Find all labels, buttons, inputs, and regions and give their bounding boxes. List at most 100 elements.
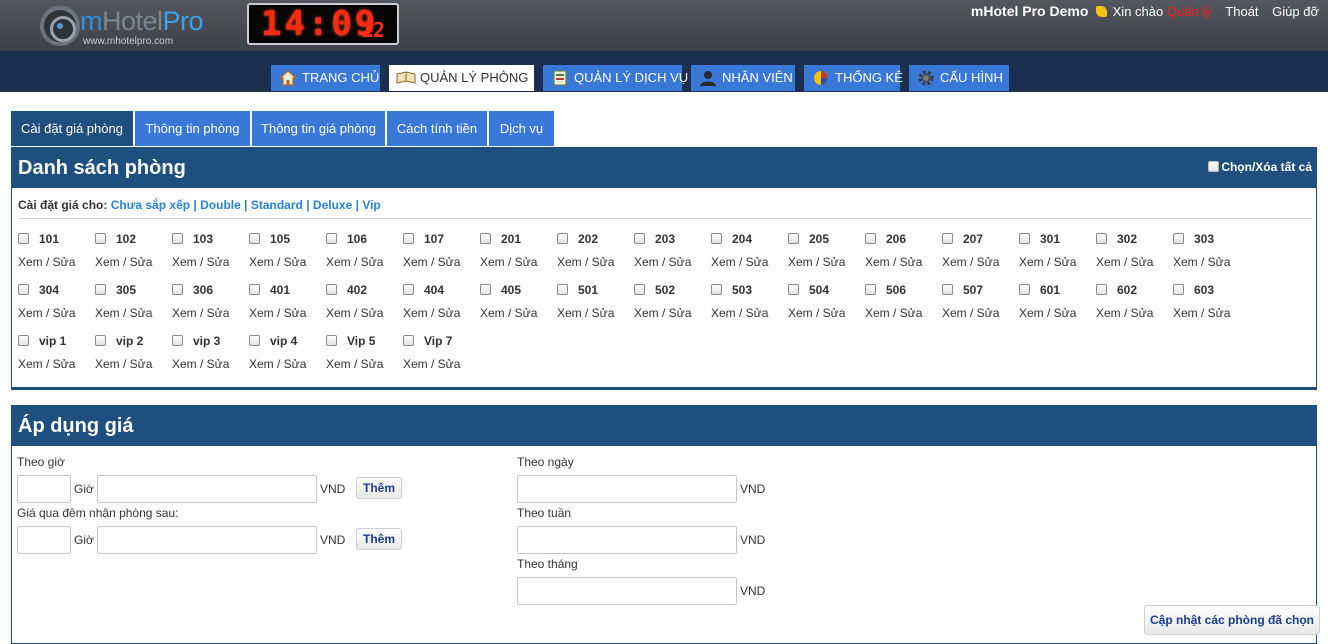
room-view-edit-link[interactable]: Xem / Sửa bbox=[711, 306, 768, 320]
room-view-edit-link[interactable]: Xem / Sửa bbox=[557, 255, 614, 269]
room-checkbox[interactable] bbox=[557, 233, 568, 244]
room-view-edit-link[interactable]: Xem / Sửa bbox=[326, 357, 383, 371]
tab-thong-tin-phong[interactable]: Thông tin phòng bbox=[135, 111, 250, 146]
room-view-edit-link[interactable]: Xem / Sửa bbox=[557, 306, 614, 320]
room-view-edit-link[interactable]: Xem / Sửa bbox=[249, 255, 306, 269]
tab-dich-vu[interactable]: Dịch vụ bbox=[489, 111, 554, 146]
room-checkbox[interactable] bbox=[172, 284, 183, 295]
help-link[interactable]: Giúp đỡ bbox=[1272, 4, 1319, 19]
room-checkbox[interactable] bbox=[480, 284, 491, 295]
room-checkbox[interactable] bbox=[326, 335, 337, 346]
room-checkbox[interactable] bbox=[1173, 284, 1184, 295]
room-view-edit-link[interactable]: Xem / Sửa bbox=[403, 255, 460, 269]
nav-trang-chu[interactable]: TRANG CHỦ bbox=[271, 65, 380, 91]
room-checkbox[interactable] bbox=[942, 284, 953, 295]
room-view-edit-link[interactable]: Xem / Sửa bbox=[95, 357, 152, 371]
filter-deluxe[interactable]: Deluxe bbox=[313, 198, 352, 212]
room-view-edit-link[interactable]: Xem / Sửa bbox=[480, 306, 537, 320]
room-view-edit-link[interactable]: Xem / Sửa bbox=[942, 255, 999, 269]
room-checkbox[interactable] bbox=[249, 335, 260, 346]
room-view-edit-link[interactable]: Xem / Sửa bbox=[788, 306, 845, 320]
hourly-price-input[interactable] bbox=[97, 475, 317, 503]
nav-cau-hinh[interactable]: CẤU HÌNH bbox=[909, 65, 1009, 91]
room-checkbox[interactable] bbox=[249, 284, 260, 295]
room-view-edit-link[interactable]: Xem / Sửa bbox=[1096, 255, 1153, 269]
room-view-edit-link[interactable]: Xem / Sửa bbox=[865, 255, 922, 269]
room-checkbox[interactable] bbox=[788, 284, 799, 295]
room-view-edit-link[interactable]: Xem / Sửa bbox=[249, 306, 306, 320]
check-all-toggle[interactable]: Chọn/Xóa tất cả bbox=[1208, 160, 1312, 174]
room-view-edit-link[interactable]: Xem / Sửa bbox=[942, 306, 999, 320]
room-checkbox[interactable] bbox=[480, 233, 491, 244]
room-view-edit-link[interactable]: Xem / Sửa bbox=[711, 255, 768, 269]
room-view-edit-link[interactable]: Xem / Sửa bbox=[172, 255, 229, 269]
add-overnight-button[interactable]: Thêm bbox=[356, 528, 403, 550]
room-checkbox[interactable] bbox=[1173, 233, 1184, 244]
room-view-edit-link[interactable]: Xem / Sửa bbox=[403, 357, 460, 371]
room-view-edit-link[interactable]: Xem / Sửa bbox=[1096, 306, 1153, 320]
room-checkbox[interactable] bbox=[172, 233, 183, 244]
room-view-edit-link[interactable]: Xem / Sửa bbox=[1173, 306, 1230, 320]
mhotelpro-logo[interactable]: mHotelPro www.mhotelpro.com bbox=[40, 4, 230, 48]
update-selected-rooms-button[interactable]: Cập nhật các phòng đã chọn bbox=[1144, 605, 1321, 635]
room-view-edit-link[interactable]: Xem / Sửa bbox=[326, 306, 383, 320]
room-view-edit-link[interactable]: Xem / Sửa bbox=[95, 255, 152, 269]
nav-thong-ke[interactable]: THỐNG KÊ bbox=[804, 65, 903, 91]
filter-double[interactable]: Double bbox=[200, 198, 241, 212]
room-checkbox[interactable] bbox=[634, 233, 645, 244]
room-checkbox[interactable] bbox=[95, 233, 106, 244]
nav-nhan-vien[interactable]: NHÂN VIÊN bbox=[691, 65, 795, 91]
tab-cach-tinh-tien[interactable]: Cách tính tiền bbox=[387, 111, 487, 146]
room-view-edit-link[interactable]: Xem / Sửa bbox=[95, 306, 152, 320]
room-view-edit-link[interactable]: Xem / Sửa bbox=[634, 255, 691, 269]
room-view-edit-link[interactable]: Xem / Sửa bbox=[788, 255, 845, 269]
room-checkbox[interactable] bbox=[634, 284, 645, 295]
room-checkbox[interactable] bbox=[326, 233, 337, 244]
room-checkbox[interactable] bbox=[1019, 284, 1030, 295]
monthly-price-input[interactable] bbox=[517, 577, 737, 605]
room-view-edit-link[interactable]: Xem / Sửa bbox=[865, 306, 922, 320]
tab-cai-dat-gia-phong[interactable]: Cài đặt giá phòng bbox=[11, 111, 133, 146]
room-checkbox[interactable] bbox=[1096, 284, 1107, 295]
username-link[interactable]: Quản lý bbox=[1167, 4, 1212, 19]
room-view-edit-link[interactable]: Xem / Sửa bbox=[1019, 306, 1076, 320]
add-hourly-button[interactable]: Thêm bbox=[356, 477, 403, 499]
room-view-edit-link[interactable]: Xem / Sửa bbox=[403, 306, 460, 320]
room-view-edit-link[interactable]: Xem / Sửa bbox=[18, 306, 75, 320]
room-checkbox[interactable] bbox=[18, 335, 29, 346]
room-checkbox[interactable] bbox=[1019, 233, 1030, 244]
room-view-edit-link[interactable]: Xem / Sửa bbox=[1173, 255, 1230, 269]
hourly-hours-input[interactable] bbox=[17, 475, 71, 503]
room-checkbox[interactable] bbox=[403, 233, 414, 244]
room-checkbox[interactable] bbox=[326, 284, 337, 295]
room-checkbox[interactable] bbox=[403, 284, 414, 295]
room-view-edit-link[interactable]: Xem / Sửa bbox=[1019, 255, 1076, 269]
room-checkbox[interactable] bbox=[95, 284, 106, 295]
room-view-edit-link[interactable]: Xem / Sửa bbox=[249, 357, 306, 371]
room-checkbox[interactable] bbox=[865, 233, 876, 244]
filter-standard[interactable]: Standard bbox=[251, 198, 303, 212]
room-view-edit-link[interactable]: Xem / Sửa bbox=[18, 357, 75, 371]
room-checkbox[interactable] bbox=[95, 335, 106, 346]
filter-chua-sap-xep[interactable]: Chưa sắp xếp bbox=[111, 198, 190, 212]
daily-price-input[interactable] bbox=[517, 475, 737, 503]
logout-link[interactable]: Thoát bbox=[1225, 4, 1258, 19]
room-checkbox[interactable] bbox=[711, 233, 722, 244]
overnight-price-input[interactable] bbox=[97, 526, 317, 554]
room-checkbox[interactable] bbox=[18, 284, 29, 295]
room-checkbox[interactable] bbox=[172, 335, 183, 346]
room-checkbox[interactable] bbox=[711, 284, 722, 295]
room-checkbox[interactable] bbox=[942, 233, 953, 244]
room-view-edit-link[interactable]: Xem / Sửa bbox=[172, 357, 229, 371]
room-checkbox[interactable] bbox=[557, 284, 568, 295]
tab-thong-tin-gia-phong[interactable]: Thông tin giá phòng bbox=[252, 111, 385, 146]
room-view-edit-link[interactable]: Xem / Sửa bbox=[18, 255, 75, 269]
room-view-edit-link[interactable]: Xem / Sửa bbox=[326, 255, 383, 269]
nav-quan-ly-dich-vu[interactable]: QUẢN LÝ DỊCH VỤ bbox=[543, 65, 688, 91]
overnight-hours-input[interactable] bbox=[17, 526, 71, 554]
room-checkbox[interactable] bbox=[18, 233, 29, 244]
room-checkbox[interactable] bbox=[403, 335, 414, 346]
check-all-checkbox[interactable] bbox=[1208, 161, 1220, 172]
room-view-edit-link[interactable]: Xem / Sửa bbox=[480, 255, 537, 269]
room-checkbox[interactable] bbox=[1096, 233, 1107, 244]
